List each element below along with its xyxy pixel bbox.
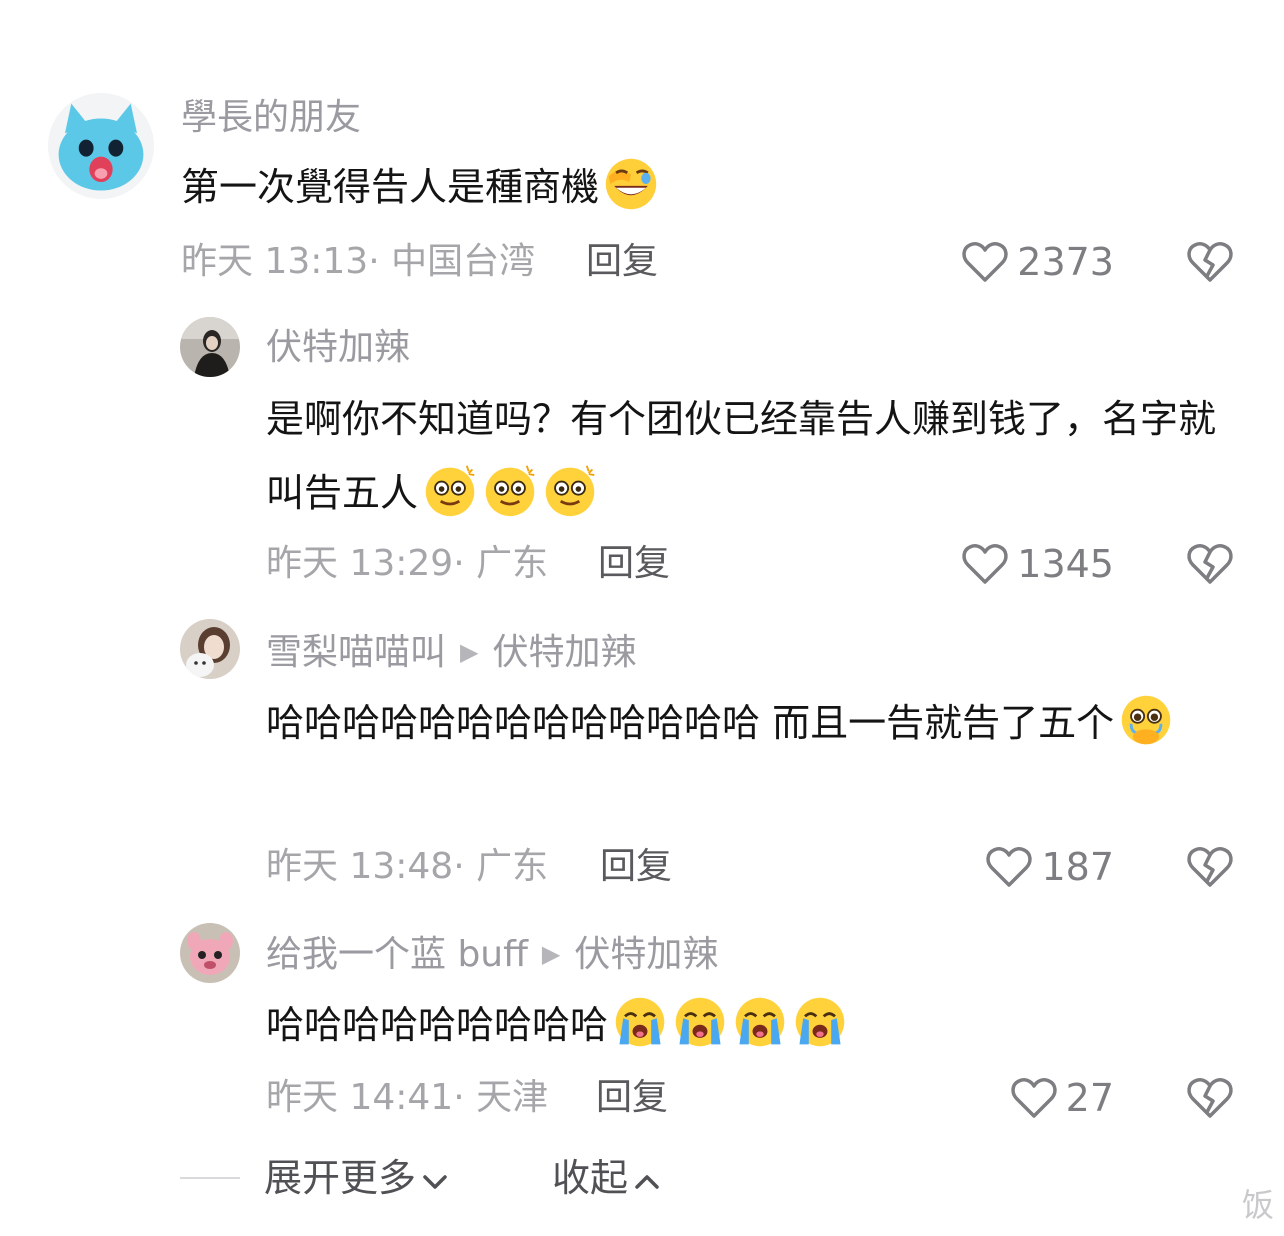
comment-text: 哈哈哈哈哈哈哈哈哈 <box>266 988 1226 1062</box>
loudly-crying-face-icon <box>732 994 788 1050</box>
reply-button[interactable]: 回复 <box>598 542 670 586</box>
expand-more-button[interactable]: 展开更多 <box>264 1154 448 1202</box>
reply-button[interactable]: 回复 <box>586 240 658 284</box>
avatar[interactable] <box>48 93 154 199</box>
like-button[interactable]: 187 <box>985 845 1114 889</box>
comment-text: 哈哈哈哈哈哈哈哈哈哈哈哈哈 而且一告就告了五个 <box>266 686 1226 760</box>
avatar[interactable] <box>180 923 240 983</box>
author-name[interactable]: 给我一个蓝 buff <box>266 934 528 975</box>
dislike-button[interactable] <box>1186 1074 1234 1120</box>
girl-with-cat-avatar-icon <box>180 619 240 679</box>
loudly-crying-face-icon <box>612 994 668 1050</box>
comment-text: 是啊你不知道吗？有个团伙已经靠告人赚到钱了，名字就叫告五人 <box>266 382 1226 530</box>
holding-back-tears-face-icon <box>1118 692 1174 748</box>
broken-heart-icon <box>1187 847 1233 887</box>
broken-heart-icon <box>1187 1078 1233 1118</box>
comment-author[interactable]: 伏特加辣 <box>266 326 410 370</box>
comment-author[interactable]: 學長的朋友 <box>181 96 361 140</box>
comment-meta: 昨天 13:13· 中国台湾 <box>181 241 536 282</box>
avatar[interactable] <box>180 619 240 679</box>
comment-meta: 昨天 13:29· 广东 <box>266 543 549 584</box>
watermark: 饭 <box>1241 1186 1274 1224</box>
chevron-up-icon <box>634 1154 660 1202</box>
comment-author[interactable]: 雪梨喵喵叫 ▶ 伏特加辣 <box>266 630 637 675</box>
author-name[interactable]: 雪梨喵喵叫 <box>266 632 446 673</box>
dizzy-eyes-face-icon <box>482 462 538 518</box>
reply-arrow-icon: ▶ <box>460 638 479 666</box>
cat-avatar-icon <box>48 93 154 199</box>
divider <box>180 1177 240 1179</box>
reply-to-name[interactable]: 伏特加辣 <box>492 632 636 673</box>
pink-toy-avatar-icon <box>180 923 240 983</box>
loudly-crying-face-icon <box>792 994 848 1050</box>
loudly-crying-face-icon <box>672 994 728 1050</box>
broken-heart-icon <box>1187 544 1233 584</box>
like-button[interactable]: 2373 <box>961 240 1114 284</box>
heart-icon <box>1011 1078 1057 1118</box>
reply-to-name[interactable]: 伏特加辣 <box>574 934 718 975</box>
face-with-hand-laughing-icon <box>603 156 659 212</box>
dizzy-eyes-face-icon <box>422 462 478 518</box>
broken-heart-icon <box>1187 242 1233 282</box>
like-count: 2373 <box>1017 240 1114 284</box>
comment-text: 第一次覺得告人是種商機 <box>181 150 1241 224</box>
like-count: 187 <box>1041 845 1114 889</box>
like-button[interactable]: 27 <box>1010 1076 1114 1120</box>
like-button[interactable]: 1345 <box>961 542 1114 586</box>
avatar[interactable] <box>180 317 240 377</box>
comment-meta: 昨天 14:41· 天津 <box>266 1077 549 1118</box>
person-photo-avatar-icon <box>180 317 240 377</box>
replies-footer: 展开更多 收起 <box>0 1150 1284 1206</box>
collapse-button[interactable]: 收起 <box>552 1154 660 1202</box>
reply-button[interactable]: 回复 <box>596 1076 668 1120</box>
dislike-button[interactable] <box>1186 843 1234 889</box>
like-count: 1345 <box>1017 542 1114 586</box>
comment-meta: 昨天 13:48· 广东 <box>266 846 549 887</box>
dizzy-eyes-face-icon <box>542 462 598 518</box>
heart-icon <box>962 544 1008 584</box>
dislike-button[interactable] <box>1186 540 1234 586</box>
reply-arrow-icon: ▶ <box>541 940 561 968</box>
chevron-down-icon <box>422 1154 448 1202</box>
heart-icon <box>962 242 1008 282</box>
dislike-button[interactable] <box>1186 238 1234 284</box>
comment-author[interactable]: 给我一个蓝 buff ▶ 伏特加辣 <box>266 932 718 977</box>
like-count: 27 <box>1065 1076 1114 1120</box>
reply-button[interactable]: 回复 <box>600 845 672 889</box>
heart-icon <box>986 847 1033 887</box>
